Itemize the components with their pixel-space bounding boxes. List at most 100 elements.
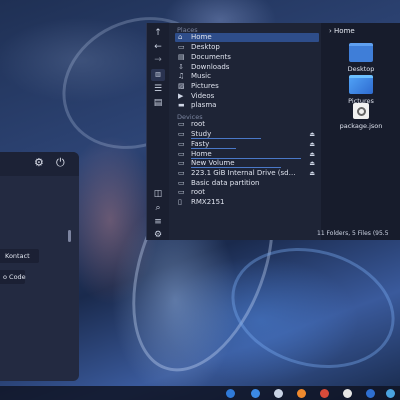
drive-icon: ▭ — [178, 169, 185, 177]
image-folder-icon — [349, 75, 373, 94]
places-item-label: Downloads — [191, 63, 230, 71]
task-icon[interactable] — [274, 389, 283, 398]
app-button-kontact[interactable]: Kontact — [0, 249, 39, 263]
device-item-rmx2151[interactable]: ▯ RMX2151 — [175, 198, 319, 207]
device-item-study[interactable]: ▭ Study ⏏ — [175, 130, 319, 139]
device-item-internal-drive[interactable]: ▭ 223.1 GiB Internal Drive (sd… ⏏ — [175, 169, 319, 178]
status-bar-text: 11 Folders, 5 Files (95.5 — [317, 230, 389, 237]
device-item-label: root — [191, 120, 206, 128]
places-item-music[interactable]: ♫ Music — [175, 72, 319, 81]
drive-icon: ▭ — [178, 120, 185, 128]
arrow-back-icon[interactable]: ← — [151, 41, 165, 53]
download-icon: ⇩ — [178, 63, 184, 71]
settings-icon[interactable]: ⚙ — [34, 157, 46, 169]
usage-bar — [191, 167, 281, 168]
device-item-label: Study — [191, 130, 212, 138]
device-item-root-2[interactable]: ▭ root — [175, 188, 319, 197]
music-icon: ♫ — [178, 72, 185, 80]
places-item-label: Desktop — [191, 43, 220, 51]
device-item-fasty[interactable]: ▭ Fasty ⏏ — [175, 140, 319, 149]
chevron-right-icon: › — [329, 27, 332, 35]
device-item-label: RMX2151 — [191, 198, 225, 206]
places-panel: Places ⌂ Home ▭ Desktop ▤ Documents ⇩ Downlo… — [169, 23, 321, 240]
document-icon: ▤ — [178, 53, 185, 61]
phone-icon: ▯ — [178, 198, 182, 206]
task-icon[interactable] — [343, 389, 352, 398]
desktop-icon: ▭ — [178, 43, 185, 51]
task-icon[interactable] — [251, 389, 260, 398]
icon-view-icon[interactable]: ▥ — [151, 69, 165, 81]
eject-icon[interactable]: ⏏ — [309, 130, 315, 139]
app-button-code[interactable]: o Code — [0, 270, 26, 284]
file-item-package-json[interactable]: package.json — [331, 103, 391, 130]
places-item-label: Documents — [191, 53, 231, 61]
device-item-label: Home — [191, 150, 212, 158]
file-item-label: Desktop — [347, 65, 375, 73]
menu-icon[interactable]: ≡ — [151, 216, 165, 228]
task-icon[interactable] — [320, 389, 329, 398]
detail-view-icon[interactable]: ▤ — [151, 97, 165, 109]
usage-bar — [191, 138, 261, 139]
file-item-label: package.json — [339, 122, 383, 130]
list-view-icon[interactable]: ☰ — [151, 83, 165, 95]
launcher-panel: ⚙ ⏻ Kontact o Code — [0, 152, 79, 381]
places-item-home[interactable]: ⌂ Home — [175, 33, 319, 42]
file-manager-window: ↑ ← → ▥ ☰ ▤ ◫ ⌕ ≡ ⚙ Places ⌂ Home ▭ Deskto… — [146, 23, 400, 240]
eject-icon[interactable]: ⏏ — [309, 169, 315, 178]
image-icon: ▨ — [178, 82, 185, 90]
places-item-plasma[interactable]: ▬ plasma — [175, 101, 319, 110]
firefox-icon[interactable] — [297, 389, 306, 398]
places-item-label: Videos — [191, 92, 215, 100]
places-item-label: Music — [191, 72, 211, 80]
scrollbar[interactable] — [68, 230, 71, 242]
drive-icon: ▭ — [178, 179, 185, 187]
places-item-videos[interactable]: ▶ Videos — [175, 92, 319, 101]
drive-icon: ▭ — [178, 150, 185, 158]
device-item-new-volume[interactable]: ▭ New Volume ⏏ — [175, 159, 319, 168]
device-item-label: New Volume — [191, 159, 235, 167]
device-item-basic-data[interactable]: ▭ Basic data partition — [175, 179, 319, 188]
places-item-label: plasma — [191, 101, 217, 109]
places-item-pictures[interactable]: ▨ Pictures — [175, 82, 319, 91]
eject-icon[interactable]: ⏏ — [309, 150, 315, 159]
device-item-root[interactable]: ▭ root — [175, 120, 319, 129]
file-manager-toolbar: ↑ ← → ▥ ☰ ▤ ◫ ⌕ ≡ ⚙ — [147, 23, 169, 240]
task-icon[interactable] — [366, 389, 375, 398]
places-item-desktop[interactable]: ▭ Desktop — [175, 43, 319, 52]
eject-icon[interactable]: ⏏ — [309, 140, 315, 149]
search-icon[interactable]: ⌕ — [151, 202, 165, 214]
home-icon: ⌂ — [178, 33, 183, 41]
breadcrumb[interactable]: › Home — [329, 27, 355, 35]
device-item-label: 223.1 GiB Internal Drive (sd… — [191, 169, 296, 177]
places-item-label: Pictures — [191, 82, 219, 90]
drive-icon: ▭ — [178, 140, 185, 148]
split-view-icon[interactable]: ◫ — [151, 188, 165, 200]
power-icon[interactable]: ⏻ — [56, 157, 68, 169]
file-item-desktop[interactable]: Desktop — [331, 43, 391, 73]
taskbar — [0, 386, 400, 400]
app-button-label: o Code — [3, 273, 26, 281]
drive-icon: ▭ — [178, 159, 185, 167]
places-item-downloads[interactable]: ⇩ Downloads — [175, 63, 319, 72]
file-view: › Home Desktop Pictures package.json — [321, 23, 400, 240]
device-item-home[interactable]: ▭ Home ⏏ — [175, 150, 319, 159]
device-item-label: Fasty — [191, 140, 210, 148]
file-item-pictures[interactable]: Pictures — [331, 75, 391, 105]
folder-icon: ▬ — [178, 101, 185, 109]
video-icon: ▶ — [178, 92, 184, 100]
settings-icon[interactable]: ⚙ — [151, 229, 165, 241]
eject-icon[interactable]: ⏏ — [309, 159, 315, 168]
app-launcher-icon[interactable] — [226, 389, 235, 398]
usage-bar — [191, 148, 236, 149]
drive-icon: ▭ — [178, 130, 185, 138]
panel-header: ⚙ ⏻ — [0, 152, 79, 176]
task-icon[interactable] — [386, 389, 395, 398]
places-item-documents[interactable]: ▤ Documents — [175, 53, 319, 62]
drive-icon: ▭ — [178, 188, 185, 196]
device-item-label: Basic data partition — [191, 179, 260, 187]
app-button-label: Kontact — [5, 252, 30, 260]
folder-icon — [349, 43, 373, 62]
arrow-forward-icon[interactable]: → — [151, 54, 165, 66]
arrow-up-icon[interactable]: ↑ — [151, 27, 165, 39]
breadcrumb-label: Home — [334, 27, 355, 35]
